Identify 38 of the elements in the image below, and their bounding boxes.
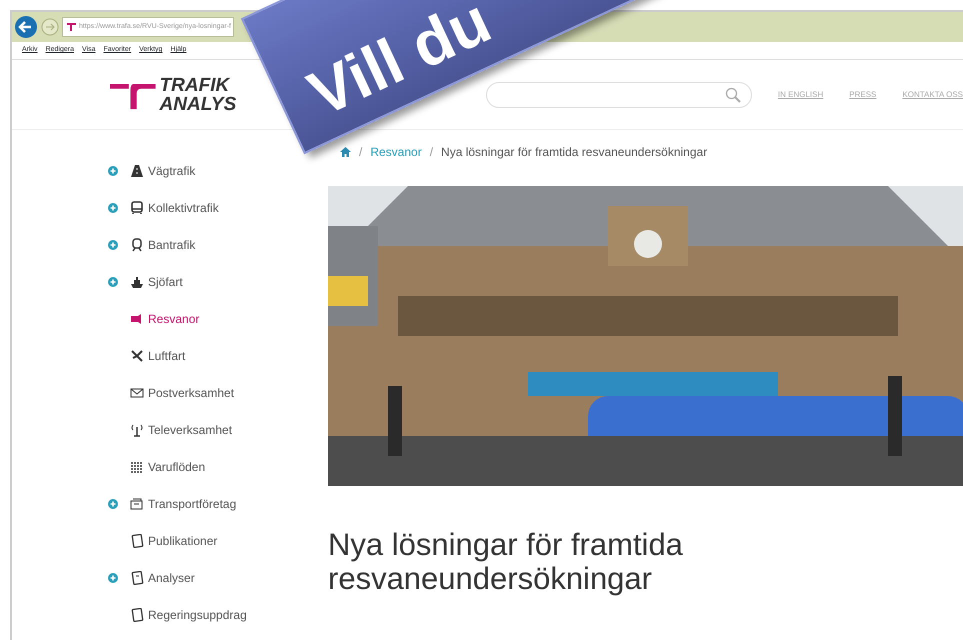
sidebar-item[interactable]: Kollektivtrafik bbox=[148, 198, 219, 216]
bus-icon bbox=[130, 200, 144, 214]
sidebar-item[interactable]: Transportföretag bbox=[148, 494, 236, 512]
sidebar-item[interactable]: Resvanor bbox=[148, 310, 200, 328]
article-title: Nya lösningar för framtida resvaneundersökningar bbox=[328, 528, 684, 596]
sidebar-item[interactable]: Vägtrafik bbox=[148, 162, 196, 180]
sidebar-item[interactable]: Regeringsuppdrag bbox=[148, 606, 247, 624]
road-icon bbox=[130, 164, 144, 178]
search-field[interactable] bbox=[486, 82, 752, 108]
document-icon bbox=[130, 534, 144, 548]
expand-icon[interactable] bbox=[108, 240, 118, 250]
search-icon bbox=[724, 86, 741, 102]
ship-icon bbox=[130, 274, 144, 288]
antenna-icon bbox=[130, 422, 144, 436]
sidebar-item[interactable]: Sjöfart bbox=[148, 272, 183, 290]
envelope-icon bbox=[130, 386, 144, 400]
sidebar-item[interactable]: Televerksamhet bbox=[148, 420, 232, 438]
logo-text: TRAFIK bbox=[160, 76, 231, 94]
sidebar-item[interactable]: Postverksamhet bbox=[148, 384, 234, 402]
expand-icon[interactable] bbox=[108, 276, 118, 286]
sidebar-item[interactable]: Bantrafik bbox=[148, 236, 196, 254]
megaphone-icon bbox=[130, 312, 144, 326]
sidebar-item[interactable]: Analyser bbox=[148, 568, 195, 586]
train-icon bbox=[130, 238, 144, 252]
expand-icon[interactable] bbox=[108, 166, 118, 176]
sidebar-item[interactable]: Varuflöden bbox=[148, 458, 206, 476]
document-icon bbox=[130, 608, 144, 622]
forward-button[interactable] bbox=[41, 18, 59, 36]
logo-text: ANALYS bbox=[160, 94, 236, 114]
site-icon bbox=[67, 23, 76, 31]
expand-icon[interactable] bbox=[108, 572, 118, 582]
home-icon[interactable] bbox=[340, 147, 351, 157]
expand-icon[interactable] bbox=[108, 202, 118, 212]
sidebar-item[interactable]: Publikationer bbox=[148, 532, 218, 550]
expand-icon[interactable] bbox=[108, 498, 118, 508]
back-button[interactable] bbox=[14, 15, 38, 39]
document-icon bbox=[130, 570, 144, 584]
sidebar-item[interactable]: Luftfart bbox=[148, 346, 186, 364]
